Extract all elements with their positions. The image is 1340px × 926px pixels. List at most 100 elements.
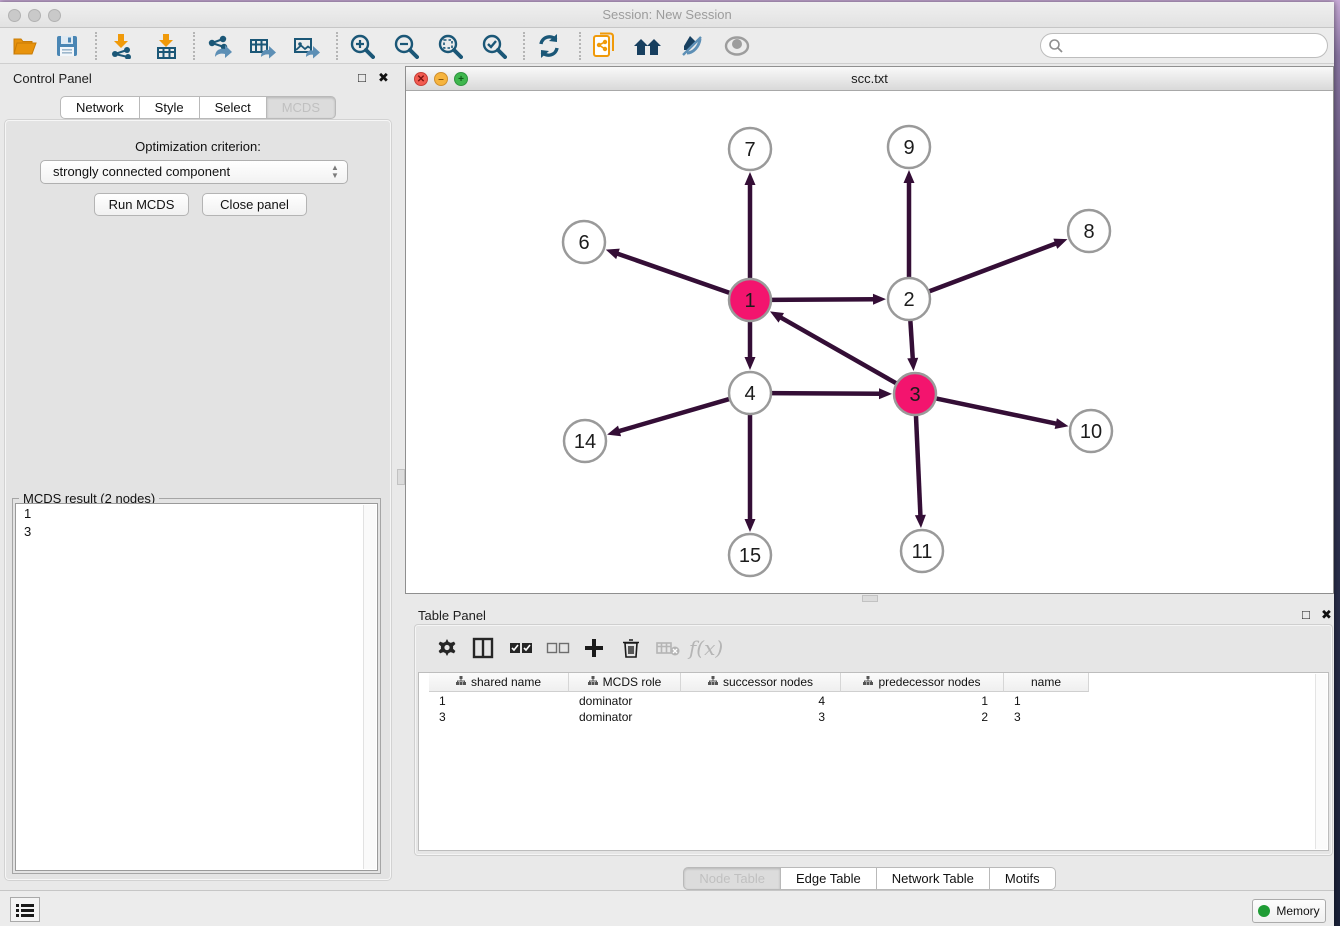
node-label-4: 4 <box>744 383 755 405</box>
column-header-name[interactable]: name <box>1004 673 1089 692</box>
mcds-result-list[interactable]: 13 <box>15 503 378 871</box>
table-cell[interactable]: 3 <box>1004 709 1089 725</box>
tab-edge-table[interactable]: Edge Table <box>781 867 877 890</box>
toolbar-separator <box>193 32 195 60</box>
table-cell[interactable]: dominator <box>569 709 681 725</box>
tab-network[interactable]: Network <box>60 96 140 119</box>
criterion-select[interactable]: strongly connected component ▲▼ <box>40 160 348 184</box>
float-panel-icon[interactable]: □ <box>358 70 366 85</box>
open-session-icon[interactable] <box>8 31 42 61</box>
toolbar-separator <box>579 32 581 60</box>
export-image-icon[interactable] <box>290 31 324 61</box>
close-panel-button[interactable]: Close panel <box>202 193 307 216</box>
edge-3-1[interactable] <box>779 316 899 384</box>
export-table-icon[interactable] <box>246 31 280 61</box>
memory-label: Memory <box>1276 904 1319 918</box>
network-frame: ✕ – + scc.txt 7968124314101511 <box>405 66 1334 594</box>
control-panel: Control Panel □ ✖ NetworkStyleSelectMCDS… <box>0 64 396 890</box>
column-type-icon <box>588 675 598 689</box>
save-session-icon[interactable] <box>50 31 84 61</box>
delete-column-icon[interactable] <box>616 633 646 663</box>
tab-select[interactable]: Select <box>200 96 267 119</box>
search-field[interactable] <box>1040 33 1328 58</box>
edge-1-2[interactable] <box>769 299 876 300</box>
result-line: 1 <box>16 504 377 522</box>
edge-arrowhead <box>607 426 621 437</box>
edge-arrowhead <box>745 172 756 185</box>
edge-1-6[interactable] <box>615 253 732 294</box>
node-label-3: 3 <box>909 384 920 406</box>
window-title: Session: New Session <box>0 7 1334 22</box>
network-frame-titlebar[interactable]: ✕ – + scc.txt <box>406 67 1333 91</box>
show-hide-eye-icon[interactable] <box>720 31 754 61</box>
table-float-icon[interactable]: □ <box>1302 607 1310 622</box>
table-scrollbar[interactable] <box>1315 674 1327 849</box>
edge-4-14[interactable] <box>617 398 732 431</box>
toolbar-separator <box>95 32 97 60</box>
column-label: name <box>1031 675 1061 689</box>
table-cell[interactable]: 2 <box>841 709 1004 725</box>
zoom-selected-icon[interactable] <box>477 31 511 61</box>
edge-3-11[interactable] <box>916 413 921 518</box>
column-label: predecessor nodes <box>878 675 980 689</box>
run-mcds-button[interactable]: Run MCDS <box>94 193 189 216</box>
refresh-icon[interactable] <box>532 31 566 61</box>
clone-network-icon[interactable] <box>588 31 622 61</box>
table-cell[interactable]: dominator <box>569 693 681 709</box>
function-builder-disabled-icon: f(x) <box>691 633 721 663</box>
result-scrollbar[interactable] <box>363 505 376 869</box>
optimization-criterion-label: Optimization criterion: <box>0 139 396 154</box>
tab-node-table[interactable]: Node Table <box>683 867 781 890</box>
control-panel-title: Control Panel <box>13 71 92 86</box>
edge-arrowhead <box>1053 239 1067 249</box>
memory-button[interactable]: Memory <box>1252 899 1326 923</box>
zoom-out-icon[interactable] <box>389 31 423 61</box>
table-close-icon[interactable]: ✖ <box>1321 607 1332 623</box>
zoom-fit-icon[interactable] <box>433 31 467 61</box>
close-panel-icon[interactable]: ✖ <box>378 70 389 86</box>
edge-4-3[interactable] <box>769 393 882 394</box>
main-area: Control Panel □ ✖ NetworkStyleSelectMCDS… <box>0 64 1334 890</box>
tab-network-table[interactable]: Network Table <box>877 867 990 890</box>
first-neighbors-icon[interactable] <box>631 31 665 61</box>
table-cell[interactable]: 3 <box>681 709 841 725</box>
table-panel-title: Table Panel <box>418 608 486 623</box>
table-cell[interactable]: 1 <box>429 693 569 709</box>
edge-2-3[interactable] <box>910 318 913 361</box>
node-label-2: 2 <box>903 289 914 311</box>
table-panel: Table Panel □ ✖ <box>405 599 1334 890</box>
vertical-split-grabber[interactable] <box>397 469 405 485</box>
table-cell[interactable]: 4 <box>681 693 841 709</box>
select-all-checked-icon[interactable] <box>506 633 536 663</box>
network-canvas[interactable]: 7968124314101511 <box>406 91 1333 593</box>
app-titlebar: Session: New Session <box>0 2 1334 28</box>
zoom-in-icon[interactable] <box>345 31 379 61</box>
import-table-icon[interactable] <box>149 31 183 61</box>
add-column-icon[interactable] <box>579 633 609 663</box>
node-label-9: 9 <box>903 137 914 159</box>
table-cell[interactable]: 3 <box>429 709 569 725</box>
import-network-icon[interactable] <box>104 31 138 61</box>
column-label: successor nodes <box>723 675 813 689</box>
graphics-details-icon[interactable] <box>675 31 709 61</box>
mcds-result-group: MCDS result (2 nodes) 13 <box>12 498 381 874</box>
column-header-shared-name[interactable]: shared name <box>429 673 569 692</box>
task-history-button[interactable] <box>10 897 40 922</box>
column-header-predecessor-nodes[interactable]: predecessor nodes <box>841 673 1004 692</box>
edge-2-8[interactable] <box>927 243 1058 293</box>
tab-motifs[interactable]: Motifs <box>990 867 1056 890</box>
column-header-MCDS-role[interactable]: MCDS role <box>569 673 681 692</box>
edge-3-10[interactable] <box>934 398 1059 424</box>
column-layout-icon[interactable] <box>468 633 498 663</box>
deselect-all-icon[interactable] <box>543 633 573 663</box>
column-header-successor-nodes[interactable]: successor nodes <box>681 673 841 692</box>
export-network-icon[interactable] <box>202 31 236 61</box>
table-cell[interactable]: 1 <box>1004 693 1089 709</box>
control-panel-tabs: NetworkStyleSelectMCDS <box>0 96 396 119</box>
search-input[interactable] <box>1067 36 1317 55</box>
tab-style[interactable]: Style <box>140 96 200 119</box>
table-cell[interactable]: 1 <box>841 693 1004 709</box>
tab-mcds[interactable]: MCDS <box>267 96 336 119</box>
settings-gear-icon[interactable] <box>432 633 462 663</box>
toolbar-separator <box>523 32 525 60</box>
